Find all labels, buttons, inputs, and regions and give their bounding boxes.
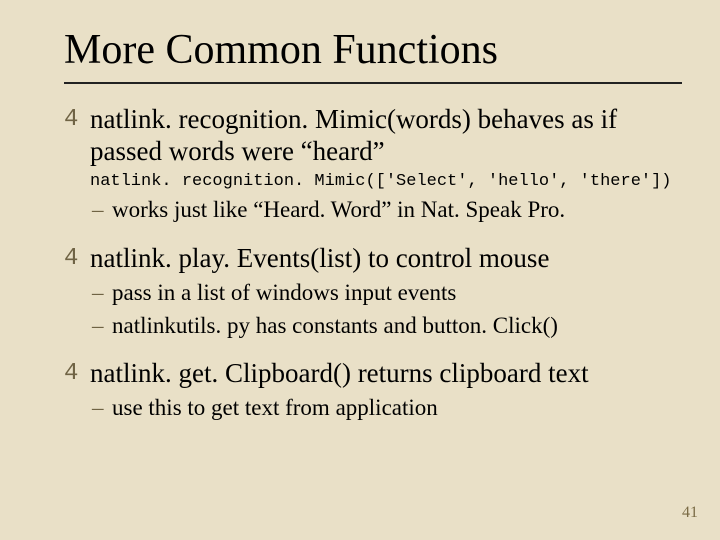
list-subitem: – use this to get text from application	[64, 394, 682, 423]
list-subitem: – works just like “Heard. Word” in Nat. …	[64, 196, 682, 225]
list-subitem-text: pass in a list of windows input events	[112, 280, 456, 305]
list-subitem: – pass in a list of windows input events	[64, 279, 682, 308]
dash-glyph: –	[92, 196, 104, 225]
dash-glyph: –	[92, 394, 104, 423]
dash-glyph: –	[92, 312, 104, 341]
list-item: 4 natlink. recognition. Mimic(words) beh…	[64, 104, 682, 168]
bullet-glyph: 4	[64, 106, 78, 134]
bullet-glyph: 4	[64, 245, 78, 273]
list-item-text: natlink. play. Events(list) to control m…	[90, 243, 549, 273]
list-subitem-text: use this to get text from application	[112, 395, 438, 420]
dash-glyph: –	[92, 279, 104, 308]
bullet-glyph: 4	[64, 360, 78, 388]
list-item-text: natlink. recognition. Mimic(words) behav…	[90, 104, 617, 166]
list-item: 4 natlink. get. Clipboard() returns clip…	[64, 358, 682, 390]
page-number: 41	[682, 504, 698, 522]
list-subitem: – natlinkutils. py has constants and but…	[64, 312, 682, 341]
title-rule	[64, 82, 682, 84]
bullet-list: 4 natlink. recognition. Mimic(words) beh…	[64, 104, 682, 423]
list-item: 4 natlink. play. Events(list) to control…	[64, 243, 682, 275]
slide-title: More Common Functions	[64, 28, 682, 72]
list-item-text: natlink. get. Clipboard() returns clipbo…	[90, 358, 589, 388]
code-line: natlink. recognition. Mimic(['Select', '…	[90, 172, 682, 192]
list-subitem-text: natlinkutils. py has constants and butto…	[112, 313, 558, 338]
list-subitem-text: works just like “Heard. Word” in Nat. Sp…	[112, 197, 565, 222]
